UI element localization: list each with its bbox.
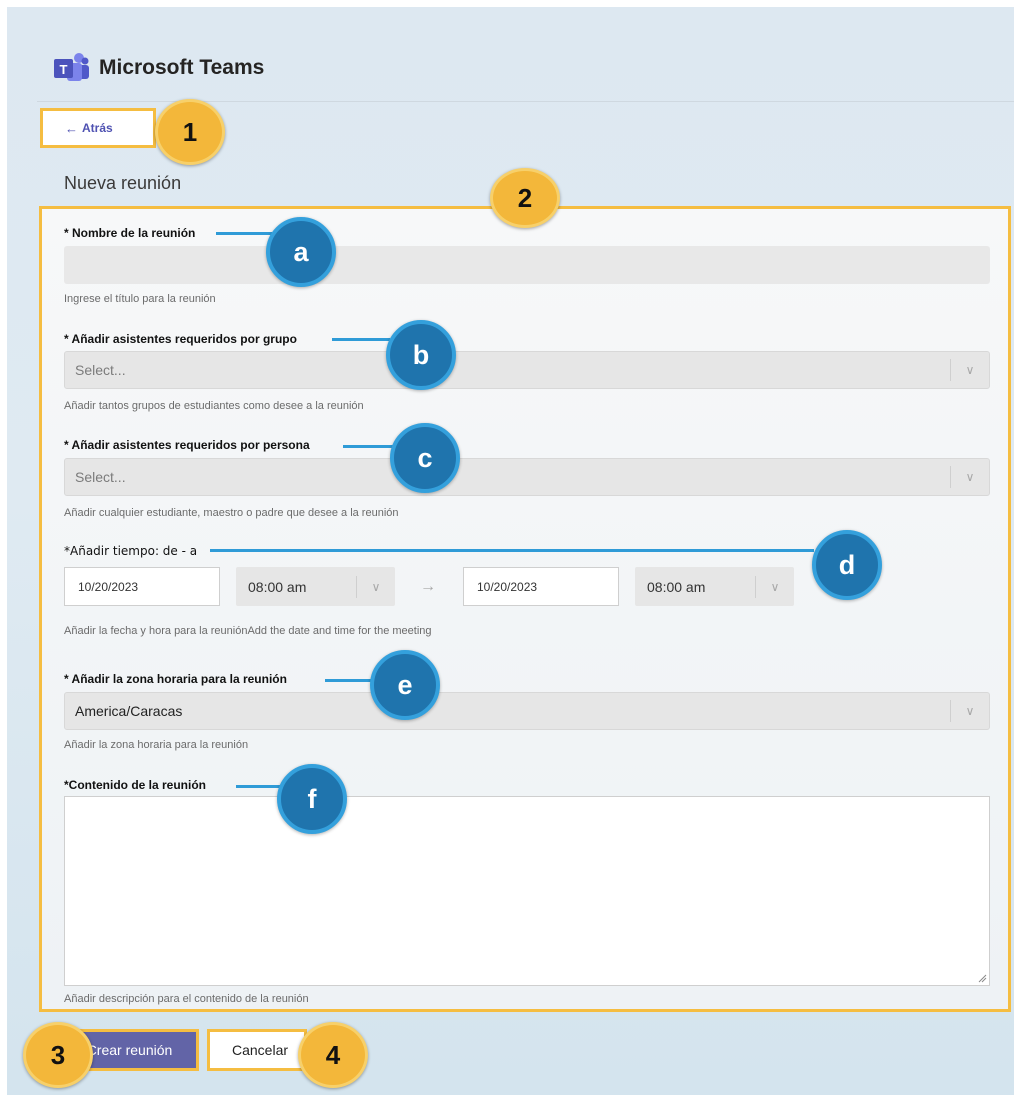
content-hint: Añadir descripción para el contenido de …	[64, 993, 309, 1005]
callout-leader-f	[236, 785, 280, 788]
content-label: *Contenido de la reunión	[64, 778, 207, 792]
groups-select-value: Select...	[75, 362, 126, 378]
end-date-input[interactable]: 10/20/2023	[463, 567, 619, 606]
chevron-down-icon[interactable]: ∨	[951, 363, 989, 377]
app-header: T Microsoft Teams	[53, 50, 264, 86]
callout-letter-c: c	[390, 423, 460, 493]
start-time-select[interactable]: 08:00 am ∨	[236, 567, 395, 606]
callout-leader-e	[325, 679, 375, 682]
time-label: *Añadir tiempo: de - a	[64, 544, 198, 558]
persons-select-value: Select...	[75, 469, 126, 485]
resize-grip-icon[interactable]	[977, 973, 987, 983]
callout-leader-d	[210, 549, 814, 552]
chevron-down-icon[interactable]: ∨	[951, 470, 989, 484]
persons-label: * Añadir asistentes requeridos por perso…	[64, 438, 310, 452]
end-time-select[interactable]: 08:00 am ∨	[635, 567, 794, 606]
meeting-name-label: * Nombre de la reunión	[64, 226, 196, 240]
groups-hint: Añadir tantos grupos de estudiantes como…	[64, 400, 364, 412]
callout-leader-a	[216, 232, 272, 235]
chevron-down-icon[interactable]: ∨	[951, 704, 989, 718]
meeting-name-input[interactable]	[64, 246, 990, 284]
callout-letter-a: a	[266, 217, 336, 287]
teams-logo-icon: T	[53, 52, 91, 84]
page-title: Nueva reunión	[64, 173, 182, 193]
time-hint: Añadir la fecha y hora para la reuniónAd…	[64, 625, 432, 637]
cancel-button[interactable]: Cancelar	[207, 1029, 307, 1071]
persons-select[interactable]: Select... ∨	[64, 458, 990, 496]
timezone-select[interactable]: America/Caracas ∨	[64, 692, 990, 730]
back-label: Atrás	[82, 121, 113, 135]
callout-number-2: 2	[490, 168, 560, 228]
svg-text:T: T	[60, 62, 68, 77]
timezone-hint: Añadir la zona horaria para la reunión	[64, 739, 249, 751]
callout-letter-d: d	[812, 530, 882, 600]
arrow-right-icon: →	[420, 578, 436, 595]
callout-number-1: 1	[155, 99, 225, 165]
callout-letter-b: b	[386, 320, 456, 390]
groups-label: * Añadir asistentes requeridos por grupo	[64, 332, 297, 346]
back-button[interactable]: ← Atrás	[40, 108, 156, 148]
groups-select[interactable]: Select... ∨	[64, 351, 990, 389]
callout-letter-f: f	[277, 764, 347, 834]
callout-leader-b	[332, 338, 390, 341]
callout-number-4: 4	[298, 1022, 368, 1088]
timezone-label: * Añadir la zona horaria para la reunión	[64, 672, 287, 686]
arrow-left-icon: ←	[65, 120, 78, 136]
start-time-value: 08:00 am	[248, 578, 307, 595]
chevron-down-icon[interactable]: ∨	[756, 580, 794, 594]
callout-leader-c	[343, 445, 393, 448]
end-time-value: 08:00 am	[647, 578, 706, 595]
callout-number-3: 3	[23, 1022, 93, 1088]
chevron-down-icon[interactable]: ∨	[357, 580, 395, 594]
meeting-name-hint: Ingrese el título para la reunión	[64, 293, 216, 305]
content-textarea[interactable]	[64, 796, 990, 986]
callout-letter-e: e	[370, 650, 440, 720]
start-date-input[interactable]: 10/20/2023	[64, 567, 220, 606]
persons-hint: Añadir cualquier estudiante, maestro o p…	[64, 507, 399, 519]
app-title: Microsoft Teams	[99, 56, 265, 79]
timezone-select-value: America/Caracas	[75, 703, 183, 719]
